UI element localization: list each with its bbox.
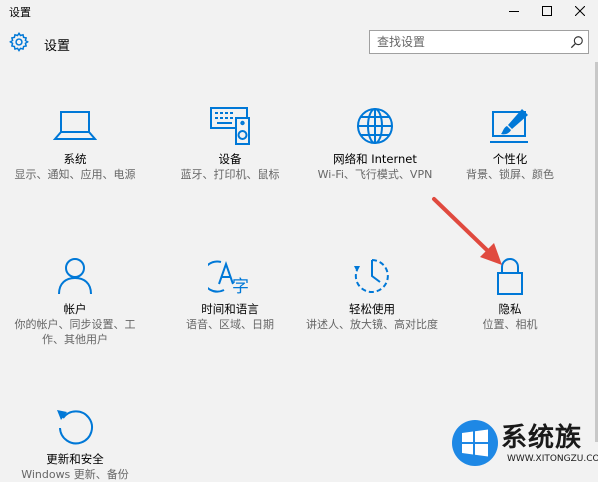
paintbrush-icon — [490, 109, 528, 143]
tile-time-language[interactable]: 字 时间和语言 语音、区域、日期 — [160, 256, 300, 332]
tile-description: 背景、锁屏、颜色 — [466, 168, 554, 181]
watermark: 系统族 WWW.XITONGZU.COM — [449, 413, 598, 473]
globe-icon — [357, 108, 393, 144]
watermark-url: WWW.XITONGZU.COM — [507, 454, 598, 464]
tile-system[interactable]: 系统 显示、通知、应用、电源 — [5, 106, 145, 182]
tile-name: 隐私 — [498, 302, 522, 316]
language-icon: 字 — [208, 260, 249, 296]
tile-description: Wi-Fi、飞行模式、VPN — [317, 168, 433, 181]
search-input[interactable] — [370, 31, 565, 53]
tile-description: 语音、区域、日期 — [186, 318, 274, 331]
svg-text:字: 字 — [232, 277, 249, 296]
tile-description: 你的帐户、同步设置、工作、其他用户 — [14, 318, 136, 346]
tile-name: 网络和 Internet — [333, 152, 417, 166]
tile-name: 时间和语言 — [201, 302, 259, 316]
tile-name: 个性化 — [492, 152, 528, 166]
maximize-button[interactable] — [530, 0, 563, 22]
search-box[interactable] — [369, 30, 589, 54]
tile-network[interactable]: 网络和 Internet Wi-Fi、飞行模式、VPN — [305, 106, 445, 182]
tile-ease-of-access[interactable]: 轻松使用 讲述人、放大镜、高对比度 — [302, 256, 442, 332]
tile-update-security[interactable]: 更新和安全 Windows 更新、备份 — [5, 406, 145, 482]
laptop-icon — [53, 111, 97, 140]
page-title: 设置 — [44, 39, 71, 54]
tile-personalization[interactable]: 个性化 背景、锁屏、颜色 — [440, 106, 580, 182]
tile-description: 蓝牙、打印机、鼠标 — [180, 168, 280, 181]
tile-name: 更新和安全 — [46, 452, 104, 466]
windows-logo-icon — [452, 420, 498, 466]
close-icon — [574, 6, 585, 16]
maximize-icon — [541, 6, 552, 16]
window-title: 设置 — [9, 6, 31, 19]
minimize-button[interactable] — [497, 0, 530, 22]
ease-of-access-icon — [354, 259, 389, 293]
title-bar: 设置 — [0, 0, 598, 22]
tile-name: 设备 — [218, 152, 242, 166]
person-icon — [58, 258, 92, 295]
gear-icon — [9, 31, 29, 52]
tile-name: 系统 — [63, 152, 87, 166]
tile-description: 讲述人、放大镜、高对比度 — [306, 318, 438, 331]
search-icon[interactable] — [570, 35, 584, 49]
tile-description: 位置、相机 — [482, 318, 538, 331]
minimize-icon — [508, 11, 519, 12]
annotation-arrow — [432, 197, 502, 265]
devices-icon — [210, 107, 250, 145]
header: 设置 — [0, 22, 598, 62]
tile-name: 轻松使用 — [349, 302, 395, 316]
tile-accounts[interactable]: 帐户 你的帐户、同步设置、工作、其他用户 — [5, 256, 145, 347]
tile-devices[interactable]: 设备 蓝牙、打印机、鼠标 — [160, 106, 300, 182]
tile-description: 显示、通知、应用、电源 — [14, 168, 136, 181]
tile-description: Windows 更新、备份 — [21, 468, 129, 481]
close-button[interactable] — [563, 0, 596, 22]
watermark-text: 系统族 — [501, 423, 583, 453]
update-icon — [57, 410, 93, 445]
tile-name: 帐户 — [63, 302, 87, 316]
